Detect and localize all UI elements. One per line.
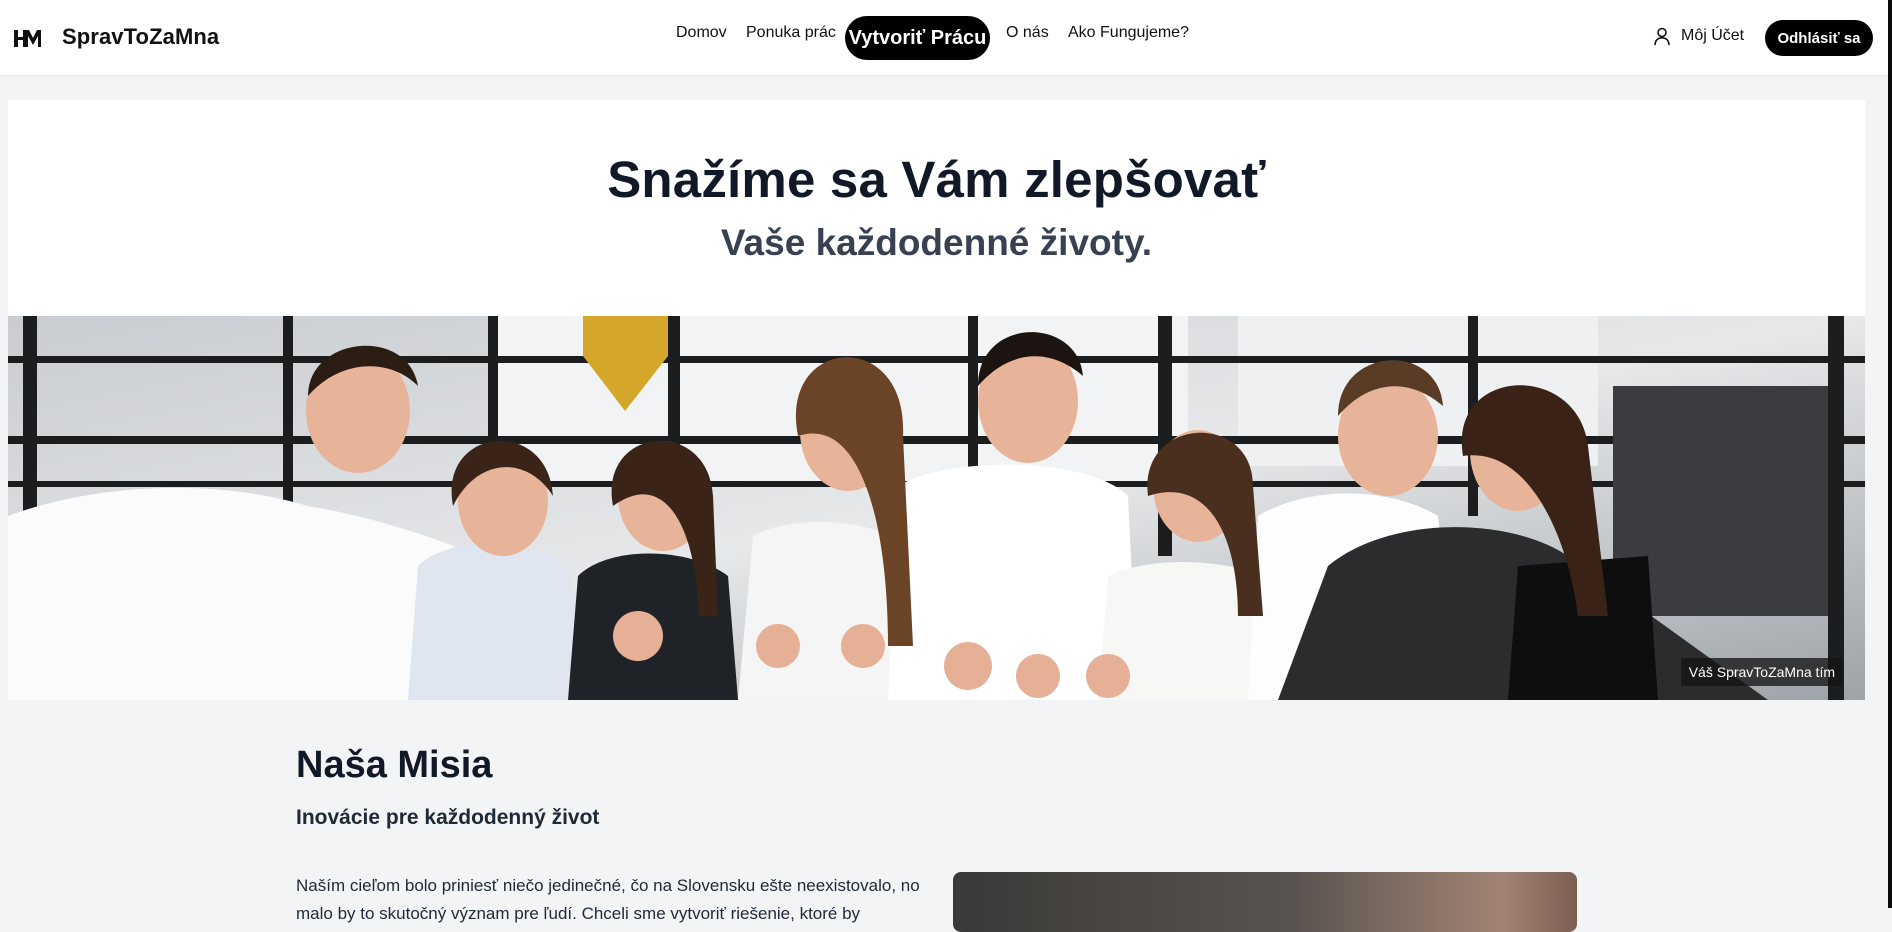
my-account-link[interactable]: Môj Účet — [1652, 26, 1744, 46]
mission-paragraph: Naším cieľom bolo priniesť niečo jedineč… — [296, 876, 920, 923]
my-account-label: Môj Účet — [1681, 27, 1745, 44]
team-photo: Váš SpravToZaMna tím — [8, 316, 1865, 700]
create-job-button[interactable]: Vytvoriť Prácu — [845, 16, 990, 60]
nav-job-offers[interactable]: Ponuka prác — [746, 24, 836, 42]
logout-button[interactable]: Odhlásiť sa — [1765, 20, 1873, 56]
window-edge — [1888, 0, 1892, 908]
team-photo-illustration — [8, 316, 1865, 700]
site-header: SpravToZaMna Domov Ponuka prác Vytvoriť … — [0, 0, 1892, 76]
mission-title: Naša Misia — [296, 744, 493, 786]
nav-how-it-works[interactable]: Ako Fungujeme? — [1068, 24, 1189, 42]
nav-about-us[interactable]: O nás — [1006, 24, 1049, 42]
mission-subtitle: Inovácie pre každodenný život — [296, 806, 600, 829]
user-icon — [1654, 27, 1670, 46]
hero-section: Snažíme sa Vám zlepšovať Vaše každodenné… — [8, 100, 1865, 316]
nav-home[interactable]: Domov — [676, 24, 727, 42]
hm-monogram-logo[interactable] — [12, 27, 42, 49]
hero-title: Snažíme sa Vám zlepšovať — [607, 151, 1266, 208]
team-photo-caption: Váš SpravToZaMna tím — [1680, 658, 1843, 686]
hero-subtitle: Vaše každodenné životy. — [720, 222, 1153, 263]
mission-image — [953, 872, 1577, 932]
brand-name[interactable]: SpravToZaMna — [62, 24, 219, 50]
